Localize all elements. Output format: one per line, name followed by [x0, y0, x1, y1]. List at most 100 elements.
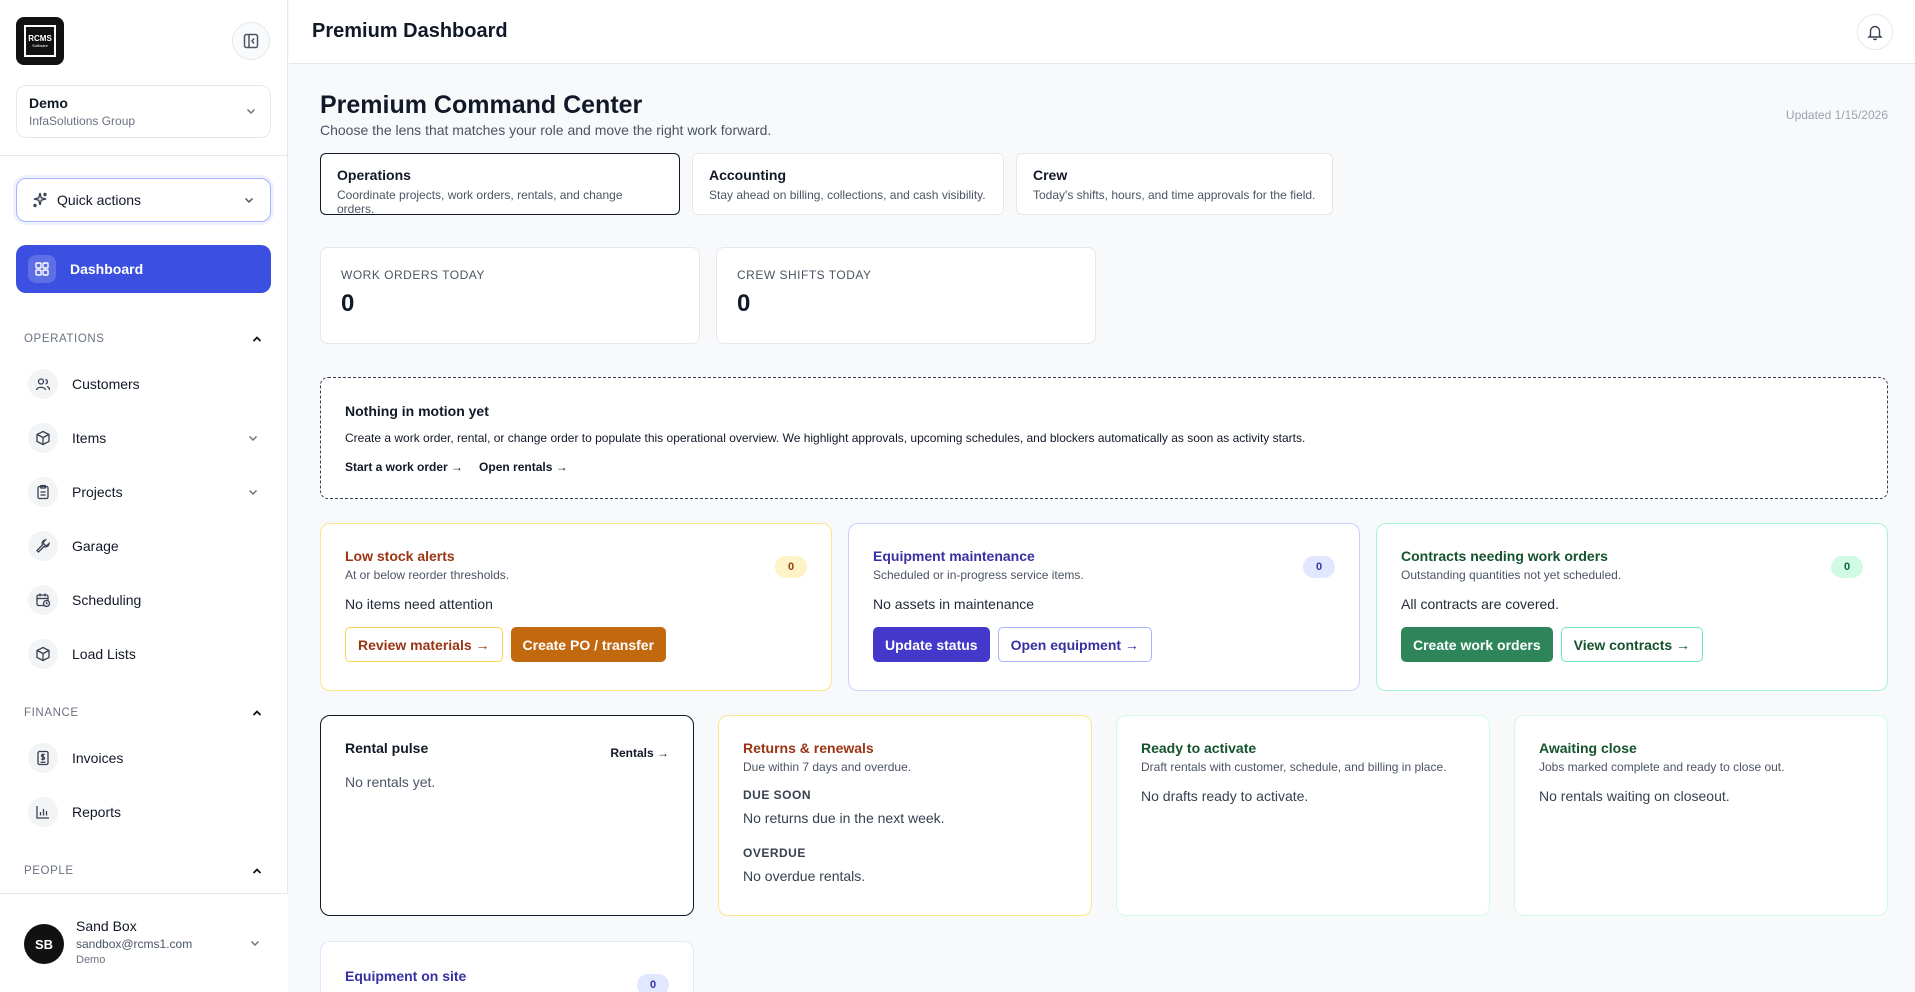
chevron-down-icon: [248, 489, 258, 496]
card-title: Low stock alerts: [345, 548, 455, 564]
card-message: No drafts ready to activate.: [1141, 788, 1309, 804]
rentals-link[interactable]: Rentals →: [610, 746, 669, 760]
ready-to-activate-card: Ready to activate Draft rentals with cus…: [1116, 715, 1490, 916]
card-title: Awaiting close: [1539, 740, 1637, 756]
section-finance-toggle[interactable]: FINANCE: [24, 706, 264, 720]
card-subtitle: Due within 7 days and overdue.: [743, 760, 912, 774]
chevron-up-icon: [252, 710, 262, 716]
box-icon: [28, 639, 58, 669]
chevron-up-icon: [252, 868, 262, 874]
notifications-button[interactable]: [1857, 14, 1893, 50]
card-subtitle: Outstanding quantities not yet scheduled…: [1401, 568, 1622, 582]
card-subtitle: At or below reorder thresholds.: [345, 568, 510, 582]
quick-actions-label: Quick actions: [57, 192, 142, 208]
chevron-down-icon: [244, 197, 254, 204]
bell-icon: [1867, 25, 1883, 41]
sidebar-item-label: Dashboard: [70, 261, 144, 277]
sidebar-item-dashboard[interactable]: Dashboard: [16, 245, 271, 293]
overdue-label: OVERDUE: [743, 846, 806, 860]
update-status-button[interactable]: Update status: [873, 627, 990, 662]
card-message: No assets in maintenance: [873, 596, 1035, 612]
sidebar-item-label: Load Lists: [72, 646, 136, 662]
divider: [0, 155, 288, 156]
sidebar-item-items[interactable]: Items: [28, 421, 268, 455]
app-logo[interactable]: RCMS Software: [16, 17, 64, 65]
awaiting-close-card: Awaiting close Jobs marked complete and …: [1514, 715, 1888, 916]
quick-actions-dropdown[interactable]: Quick actions: [16, 178, 271, 222]
create-work-orders-button[interactable]: Create work orders: [1401, 627, 1553, 662]
sidebar-item-garage[interactable]: Garage: [28, 529, 268, 563]
lens-crew[interactable]: Crew Today's shifts, hours, and time app…: [1016, 153, 1333, 215]
returns-renewals-card: Returns & renewals Due within 7 days and…: [718, 715, 1092, 916]
sidebar-item-customers[interactable]: Customers: [28, 367, 268, 401]
due-soon-label: DUE SOON: [743, 788, 812, 802]
chevron-down-icon: [250, 940, 260, 947]
view-contracts-button[interactable]: View contracts →: [1560, 627, 1704, 662]
card-subtitle: Scheduled or in-progress service items.: [873, 568, 1084, 582]
user-email: sandbox@rcms1.com: [76, 937, 193, 951]
equipment-on-site-card: Equipment on site 0: [320, 941, 694, 992]
sidebar-item-label: Customers: [72, 376, 140, 392]
lens-operations[interactable]: Operations Coordinate projects, work ord…: [320, 153, 680, 216]
sidebar: RCMS Software Demo InfaSolutions Group Qu…: [0, 0, 288, 992]
sidebar-toggle-icon: [243, 33, 259, 49]
card-message: No rentals waiting on closeout.: [1539, 788, 1730, 804]
sidebar-item-load-lists[interactable]: Load Lists: [28, 637, 268, 671]
card-message: No items need attention: [345, 596, 493, 612]
open-equipment-button[interactable]: Open equipment →: [997, 627, 1152, 662]
sidebar-item-label: Garage: [72, 538, 119, 554]
card-title: Ready to activate: [1141, 740, 1257, 756]
sidebar-item-projects[interactable]: Projects: [28, 475, 268, 509]
empty-state-panel: Nothing in motion yet Create a work orde…: [320, 377, 1888, 499]
chevron-up-icon: [252, 336, 262, 342]
organization-select[interactable]: Demo InfaSolutions Group: [16, 85, 271, 138]
contracts-needing-work-orders-card: Contracts needing work orders Outstandin…: [1376, 523, 1888, 691]
bar-chart-icon: [28, 797, 58, 827]
equipment-maintenance-card: Equipment maintenance Scheduled or in-pr…: [848, 523, 1360, 691]
main-heading: Premium Command Center: [320, 91, 643, 119]
page-title: Premium Dashboard: [312, 20, 508, 42]
calendar-clock-icon: [28, 585, 58, 615]
sidebar-item-reports[interactable]: Reports: [28, 795, 268, 829]
sidebar-item-invoices[interactable]: Invoices: [28, 741, 268, 775]
box-icon: [28, 423, 58, 453]
top-bar: Premium Dashboard: [289, 0, 1915, 64]
count-badge: 0: [1303, 556, 1335, 578]
sidebar-item-label: Items: [72, 430, 107, 446]
sidebar-item-label: Projects: [72, 484, 123, 500]
review-materials-button[interactable]: Review materials →: [345, 627, 503, 662]
card-message: No rentals yet.: [345, 774, 436, 790]
create-po-transfer-button[interactable]: Create PO / transfer: [510, 627, 667, 662]
user-name: Sand Box: [76, 918, 137, 934]
user-org: Demo: [76, 954, 106, 966]
clipboard-icon: [28, 477, 58, 507]
collapse-sidebar-button[interactable]: [232, 22, 270, 60]
empty-state-description: Create a work order, rental, or change o…: [345, 431, 1306, 445]
sparkles-icon: [33, 192, 47, 208]
card-title: Equipment maintenance: [873, 548, 1035, 564]
user-menu[interactable]: SB Sand Box sandbox@rcms1.com Demo: [0, 893, 288, 992]
count-badge: 0: [637, 974, 669, 992]
start-work-order-link[interactable]: Start a work order →: [345, 460, 463, 474]
chevron-down-icon: [248, 435, 258, 442]
due-soon-message: No returns due in the next week.: [743, 810, 945, 826]
main-subtitle: Choose the lens that matches your role a…: [320, 122, 772, 138]
open-rentals-link[interactable]: Open rentals →: [479, 460, 568, 474]
card-title: Contracts needing work orders: [1401, 548, 1608, 564]
section-people-toggle[interactable]: PEOPLE: [24, 864, 264, 878]
lens-accounting[interactable]: Accounting Stay ahead on billing, collec…: [692, 153, 1004, 215]
dashboard-icon: [28, 255, 56, 283]
updated-timestamp: Updated 1/15/2026: [1785, 108, 1888, 122]
wrench-icon: [28, 531, 58, 561]
sidebar-item-label: Invoices: [72, 750, 124, 766]
sidebar-item-scheduling[interactable]: Scheduling: [28, 583, 268, 617]
card-subtitle: Draft rentals with customer, schedule, a…: [1141, 760, 1447, 774]
avatar: SB: [24, 924, 64, 964]
card-subtitle: Jobs marked complete and ready to close …: [1539, 760, 1785, 774]
sidebar-item-label: Reports: [72, 804, 122, 820]
card-title: Returns & renewals: [743, 740, 874, 756]
low-stock-alerts-card: Low stock alerts At or below reorder thr…: [320, 523, 832, 691]
card-title: Equipment on site: [345, 968, 467, 984]
chevron-down-icon: [246, 108, 256, 115]
section-operations-toggle[interactable]: OPERATIONS: [24, 332, 264, 346]
